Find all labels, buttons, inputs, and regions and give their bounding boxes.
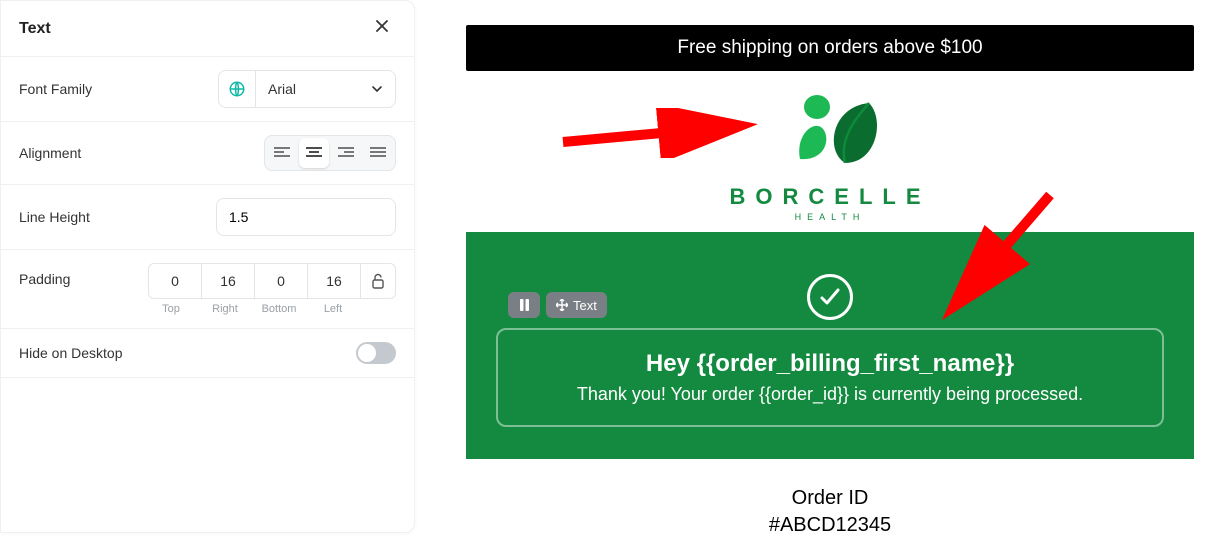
- alignment-row: Alignment: [1, 122, 414, 185]
- padding-label: Padding: [19, 263, 70, 287]
- font-family-value: Arial: [268, 81, 296, 97]
- alignment-group: [264, 135, 396, 171]
- order-id-label: Order ID: [466, 487, 1194, 510]
- email-preview: Free shipping on orders above $100 BORCE…: [466, 25, 1194, 537]
- promo-banner: Free shipping on orders above $100: [466, 25, 1194, 71]
- padding-top-input[interactable]: 0: [148, 263, 202, 299]
- panel-title: Text: [19, 20, 51, 38]
- padding-bottom-label: Bottom: [252, 303, 306, 315]
- font-family-label: Font Family: [19, 81, 92, 97]
- padding-left-input[interactable]: 16: [307, 263, 361, 299]
- padding-right-label: Right: [198, 303, 252, 315]
- font-family-row: Font Family Arial: [1, 57, 414, 122]
- move-icon: [556, 299, 568, 311]
- padding-top-label: Top: [144, 303, 198, 315]
- text-properties-panel: Text Font Family Arial Alignment: [0, 0, 415, 533]
- align-left-button[interactable]: [267, 138, 297, 168]
- align-right-button[interactable]: [331, 138, 361, 168]
- brand-name: BORCELLE: [466, 184, 1194, 210]
- line-height-label: Line Height: [19, 209, 90, 225]
- brand-subtitle: HEALTH: [466, 212, 1194, 222]
- align-center-button[interactable]: [299, 138, 329, 168]
- pause-button[interactable]: [508, 292, 540, 318]
- padding-right-input[interactable]: 16: [201, 263, 255, 299]
- thanks-text: Thank you! Your order {{order_id}} is cu…: [508, 384, 1152, 405]
- block-toolbar: Text: [508, 292, 607, 318]
- logo-section: BORCELLE HEALTH: [466, 71, 1194, 232]
- padding-lock-icon[interactable]: [360, 263, 396, 299]
- font-family-select[interactable]: Arial: [256, 70, 396, 108]
- order-id-section: Order ID #ABCD12345: [466, 459, 1194, 537]
- padding-bottom-input[interactable]: 0: [254, 263, 308, 299]
- order-id-value: #ABCD12345: [466, 514, 1194, 537]
- close-icon[interactable]: [368, 15, 396, 42]
- line-height-input[interactable]: [216, 198, 396, 236]
- hide-on-desktop-label: Hide on Desktop: [19, 345, 123, 361]
- globe-icon[interactable]: [218, 70, 256, 108]
- block-type-pill[interactable]: Text: [546, 292, 607, 318]
- block-type-label: Text: [573, 298, 597, 313]
- selected-text-block[interactable]: Hey {{order_billing_first_name}} Thank y…: [496, 328, 1164, 427]
- alignment-label: Alignment: [19, 145, 81, 161]
- brand-logo: [765, 89, 895, 182]
- padding-left-label: Left: [306, 303, 360, 315]
- greeting-text: Hey {{order_billing_first_name}}: [508, 350, 1152, 378]
- checkmark-icon: [807, 274, 853, 320]
- line-height-row: Line Height: [1, 185, 414, 250]
- hide-on-desktop-row: Hide on Desktop: [1, 329, 414, 378]
- panel-header: Text: [1, 1, 414, 57]
- hide-on-desktop-toggle[interactable]: [356, 342, 396, 364]
- confirmation-section: Text Hey {{order_billing_first_name}} Th…: [466, 232, 1194, 459]
- padding-row: Padding 0 16 0 16 Top Right Bottom Left: [1, 250, 414, 329]
- chevron-down-icon: [371, 83, 383, 95]
- align-justify-button[interactable]: [363, 138, 393, 168]
